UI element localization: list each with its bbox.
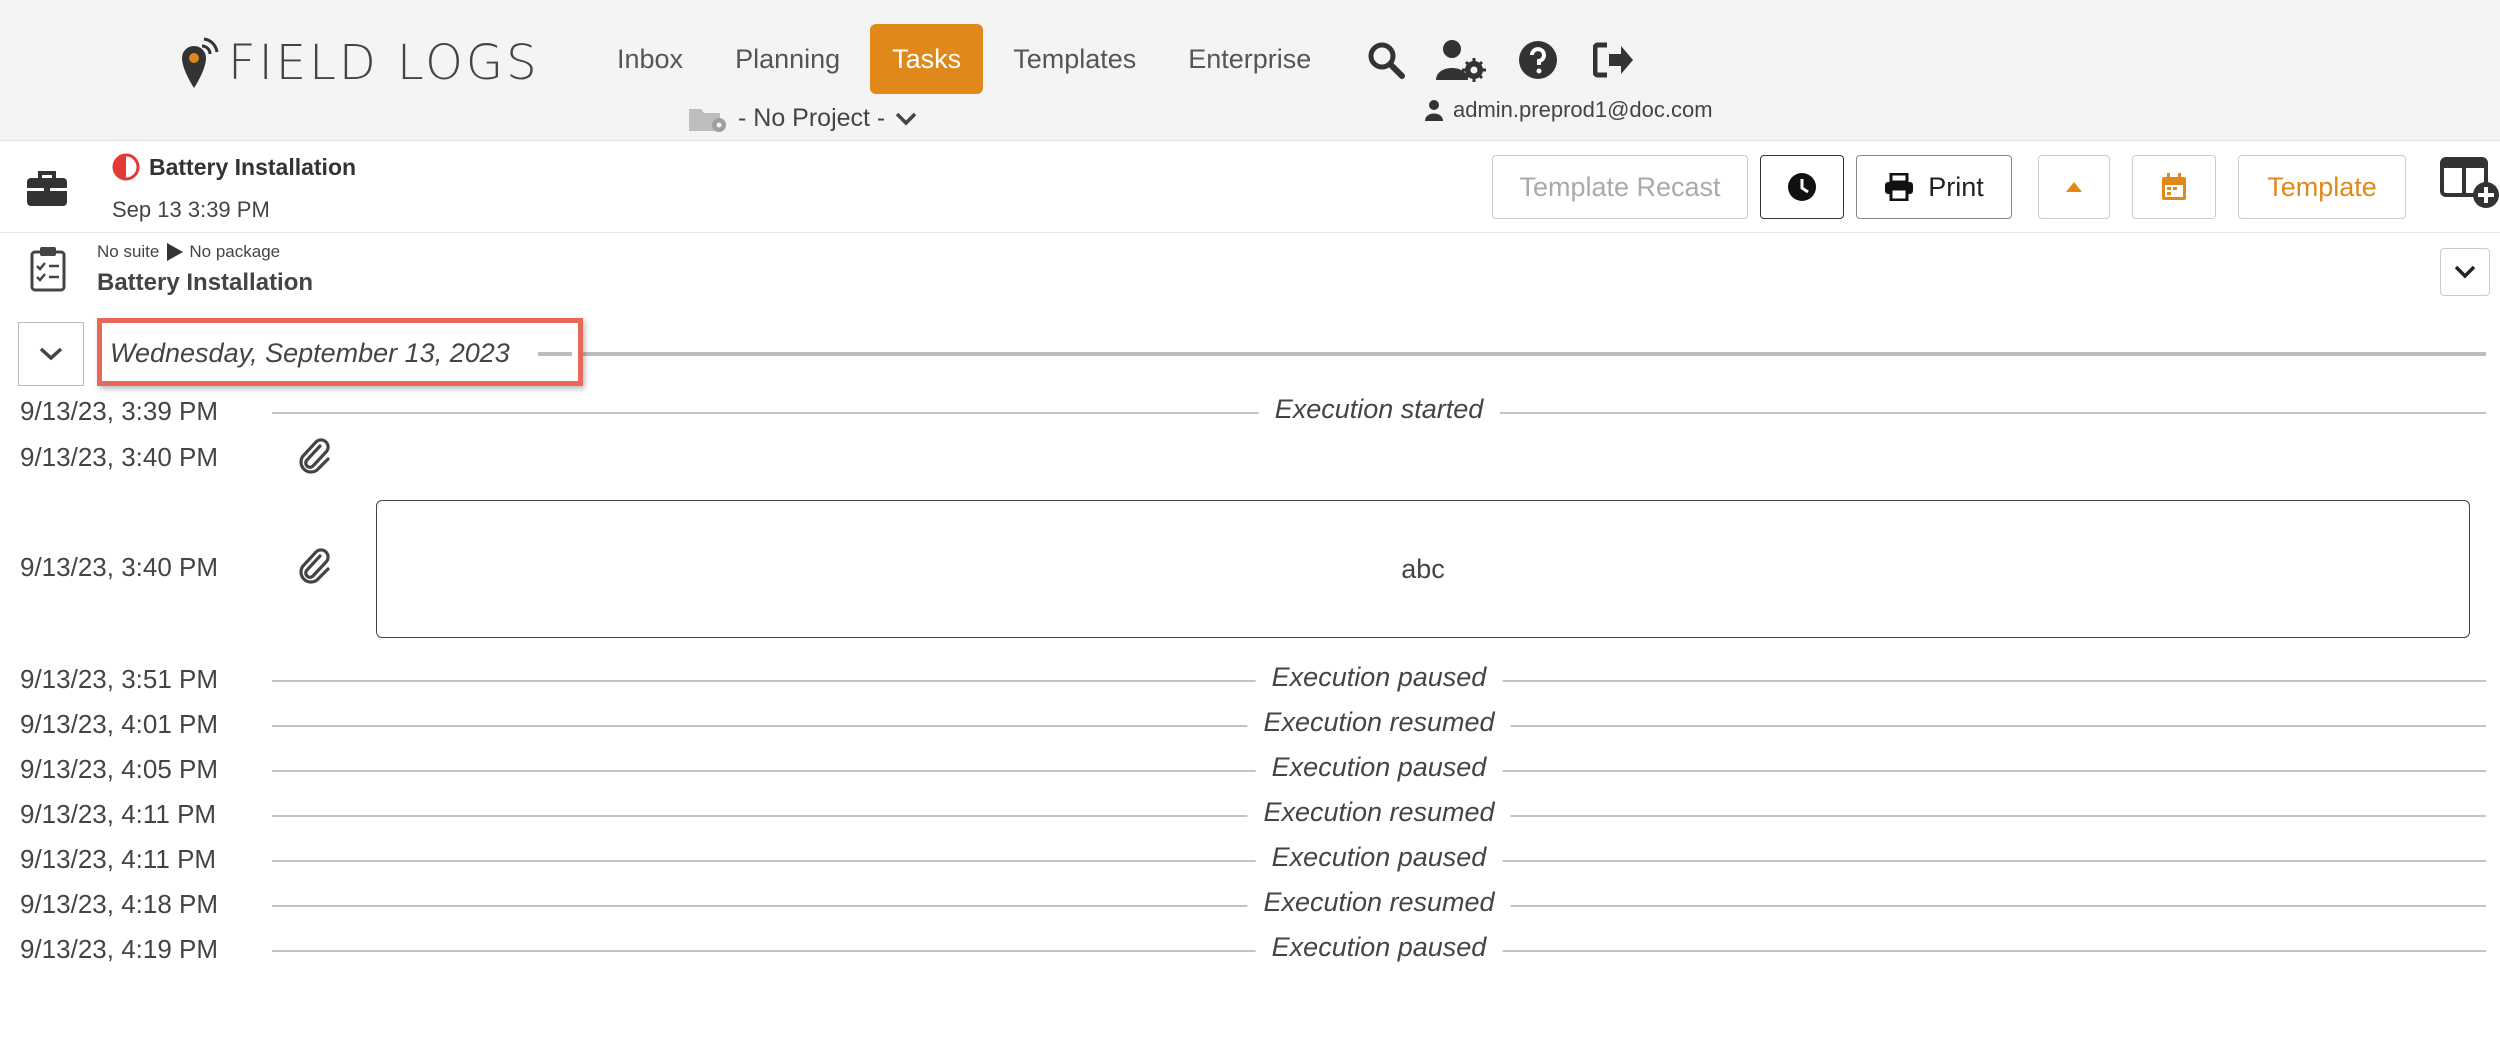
app-logo[interactable]: FIELD LOGS xyxy=(180,34,540,92)
date-header: Wednesday, September 13, 2023 xyxy=(110,338,510,368)
sub-header: No suite No package Battery Installation xyxy=(0,234,2500,306)
search-icon[interactable] xyxy=(1360,34,1412,86)
timeline-row: 9/13/23, 4:11 PM Execution paused xyxy=(0,840,2500,880)
timeline-note-row: 9/13/23, 3:40 PM abc xyxy=(0,500,2500,640)
header-icons xyxy=(1360,34,1664,86)
entry-timestamp: 9/13/23, 3:40 PM xyxy=(20,552,219,582)
folder-settings-icon xyxy=(689,108,726,132)
entry-event: Execution started xyxy=(1258,394,1500,425)
timeline-row: 9/13/23, 3:51 PM Execution paused xyxy=(0,660,2500,700)
caret-up-icon xyxy=(2066,182,2082,192)
entry-timestamp: 9/13/23, 4:19 PM xyxy=(20,934,219,964)
note-content[interactable]: abc xyxy=(376,500,2470,638)
top-header: FIELD LOGS Inbox Planning Tasks Template… xyxy=(0,0,2500,141)
chevron-down-icon xyxy=(39,347,63,361)
chevron-down-icon xyxy=(2454,265,2476,279)
entry-timestamp: 9/13/23, 4:18 PM xyxy=(20,889,219,919)
user-settings-icon[interactable] xyxy=(1436,34,1488,86)
main-nav: Inbox Planning Tasks Templates Enterpris… xyxy=(595,24,1333,94)
timeline-row: 9/13/23, 4:19 PM Execution paused xyxy=(0,930,2500,970)
collapse-up-button[interactable] xyxy=(2038,155,2110,219)
task-header: Battery Installation Sep 13 3:39 PM Temp… xyxy=(0,141,2500,233)
entry-timestamp: 9/13/23, 4:01 PM xyxy=(20,709,219,739)
user-icon xyxy=(1425,100,1443,121)
nav-inbox[interactable]: Inbox xyxy=(595,24,705,94)
date-divider-stub xyxy=(538,352,572,356)
current-user[interactable]: admin.preprod1@doc.com xyxy=(1425,97,1713,123)
task-title: Battery Installation xyxy=(149,153,357,180)
half-circle-status-icon xyxy=(112,153,140,181)
entry-event: Execution resumed xyxy=(1247,887,1511,918)
nav-enterprise[interactable]: Enterprise xyxy=(1166,24,1333,94)
logout-icon[interactable] xyxy=(1588,34,1640,86)
entry-timestamp: 9/13/23, 3:51 PM xyxy=(20,664,219,694)
timeline-row: 9/13/23, 4:18 PM Execution resumed xyxy=(0,885,2500,925)
entry-timestamp: 9/13/23, 4:11 PM xyxy=(20,844,217,874)
history-button[interactable] xyxy=(1760,155,1844,219)
collapse-day-button[interactable] xyxy=(18,322,84,386)
clipboard-checklist-icon xyxy=(30,246,66,297)
paperclip-icon[interactable] xyxy=(298,548,332,591)
entry-timestamp: 9/13/23, 4:05 PM xyxy=(20,754,219,784)
date-divider xyxy=(540,352,2486,356)
print-label: Print xyxy=(1928,171,1984,202)
nav-templates[interactable]: Templates xyxy=(991,24,1158,94)
entry-event: Execution paused xyxy=(1255,932,1503,963)
procedure-title: Battery Installation xyxy=(97,269,314,296)
clock-icon xyxy=(1788,173,1816,201)
timeline-row: 9/13/23, 4:11 PM Execution resumed xyxy=(0,795,2500,835)
task-status: Battery Installation xyxy=(112,153,356,181)
entry-timestamp: 9/13/23, 3:40 PM xyxy=(20,442,219,472)
entry-event: Execution paused xyxy=(1255,842,1503,873)
entry-event: Execution resumed xyxy=(1247,797,1511,828)
paperclip-icon[interactable] xyxy=(298,438,332,481)
nav-tasks[interactable]: Tasks xyxy=(870,24,984,94)
breadcrumb: No suite No package xyxy=(97,242,280,262)
task-timestamp: Sep 13 3:39 PM xyxy=(112,197,270,222)
breadcrumb-package[interactable]: No package xyxy=(189,242,280,262)
timeline-row: 9/13/23, 4:05 PM Execution paused xyxy=(0,750,2500,790)
calendar-icon xyxy=(2162,173,2186,200)
template-button[interactable]: Template xyxy=(2238,155,2406,219)
user-email: admin.preprod1@doc.com xyxy=(1453,97,1713,122)
entry-event: Execution paused xyxy=(1255,662,1503,693)
timeline-row: 9/13/23, 3:40 PM xyxy=(0,438,2500,478)
chevron-down-icon xyxy=(896,112,917,125)
timeline-row: 9/13/23, 3:39 PM Execution started xyxy=(0,392,2500,432)
entry-event: Execution paused xyxy=(1255,752,1503,783)
printer-icon xyxy=(1885,173,1914,201)
entry-timestamp: 9/13/23, 3:39 PM xyxy=(20,396,219,426)
project-label: - No Project - xyxy=(738,104,886,132)
timeline-row: 9/13/23, 4:01 PM Execution resumed xyxy=(0,705,2500,745)
add-panel-icon[interactable] xyxy=(2440,157,2500,214)
entry-event: Execution resumed xyxy=(1247,707,1511,738)
expand-details-button[interactable] xyxy=(2440,248,2490,296)
template-recast-button[interactable]: Template Recast xyxy=(1492,155,1748,219)
calendar-button[interactable] xyxy=(2132,155,2216,219)
logo-text: FIELD LOGS xyxy=(228,35,540,91)
help-icon[interactable] xyxy=(1512,34,1564,86)
project-selector[interactable]: - No Project - xyxy=(688,104,927,133)
briefcase-icon xyxy=(26,169,68,212)
location-pin-logo-icon xyxy=(182,37,219,88)
play-arrow-icon xyxy=(167,243,184,261)
nav-planning[interactable]: Planning xyxy=(713,24,862,94)
print-button[interactable]: Print xyxy=(1856,155,2012,219)
breadcrumb-suite[interactable]: No suite xyxy=(97,242,159,262)
entry-timestamp: 9/13/23, 4:11 PM xyxy=(20,799,217,829)
